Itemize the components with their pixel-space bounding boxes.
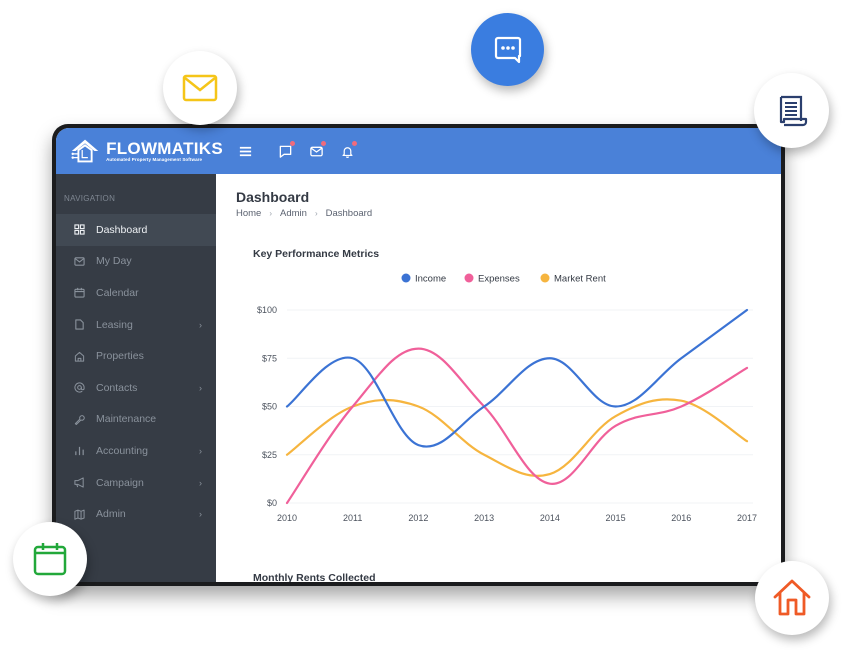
sidebar-item-label: Maintenance	[96, 413, 157, 426]
series-line-market-rent	[285, 398, 749, 477]
sidebar-item-label: Admin	[96, 508, 126, 521]
y-tick-label: $75	[262, 353, 277, 363]
sidebar: NAVIGATION Dashboard My Day Calendar Leasin…	[56, 174, 216, 582]
chevron-right-icon: ›	[199, 382, 202, 393]
top-navbar: FLOWMATIKS Automated Property Management…	[56, 128, 781, 174]
at-icon	[73, 382, 85, 394]
sidebar-item-label: Contacts	[96, 381, 138, 394]
menu-toggle-button[interactable]	[237, 143, 253, 159]
x-tick-label: 2012	[408, 513, 428, 523]
menu-icon	[239, 146, 251, 156]
notification-dot	[290, 141, 295, 146]
calendar-icon	[33, 543, 67, 576]
series-line-expenses	[285, 347, 749, 505]
mail-button[interactable]	[308, 141, 326, 159]
app-screen: FLOWMATIKS Automated Property Management…	[56, 128, 781, 582]
nav-list: Dashboard My Day Calendar Leasing › Propertie…	[56, 214, 216, 530]
wrench-icon	[73, 413, 85, 425]
chevron-right-icon: ›	[199, 477, 202, 488]
chat-dots-icon	[494, 36, 521, 63]
sidebar-item-label: Leasing	[96, 318, 133, 331]
sidebar-item-properties[interactable]: Properties	[56, 340, 216, 372]
home-bubble	[755, 561, 829, 635]
app-window: FLOWMATIKS Automated Property Management…	[52, 124, 785, 586]
rents-card-title: Monthly Rents Collected	[253, 572, 376, 582]
mail-icon	[309, 146, 323, 156]
x-tick-label: 2011	[343, 513, 362, 523]
sidebar-item-label: Calendar	[96, 286, 139, 299]
notification-dot	[352, 141, 357, 146]
sidebar-item-label: My Day	[96, 255, 132, 268]
document-bubble	[754, 73, 829, 148]
sidebar-item-leasing[interactable]: Leasing ›	[56, 309, 216, 341]
house-icon	[773, 579, 811, 616]
x-tick-label: 2016	[671, 513, 691, 523]
x-tick-label: 2010	[277, 513, 297, 523]
y-tick-label: $25	[262, 450, 277, 460]
sidebar-item-accounting[interactable]: Accounting ›	[56, 435, 216, 467]
sidebar-item-label: Properties	[96, 350, 144, 363]
bar-chart-icon	[73, 445, 85, 457]
calendar-bubble	[13, 522, 87, 596]
nav-section-header: NAVIGATION	[64, 194, 116, 203]
x-tick-label: 2014	[540, 513, 560, 523]
sidebar-item-campaign[interactable]: Campaign ›	[56, 467, 216, 499]
envelope-icon	[182, 74, 218, 102]
legend-marker-market-rent[interactable]	[540, 273, 550, 283]
bell-icon	[341, 146, 353, 158]
y-tick-label: $0	[267, 498, 277, 508]
chevron-right-icon: ›	[199, 445, 202, 456]
y-tick-label: $50	[262, 402, 277, 412]
kpi-line-chart: $0 $25 $50 $75 $100 2010 2011 2012 2013 2014 2015 2…	[257, 273, 757, 523]
mail-bubble	[163, 51, 237, 125]
notifications-button[interactable]	[339, 141, 357, 159]
megaphone-icon	[73, 477, 85, 489]
sidebar-item-contacts[interactable]: Contacts ›	[56, 372, 216, 404]
x-tick-label: 2015	[606, 513, 626, 523]
house-circuit-logo-icon	[71, 139, 99, 163]
legend-label-market-rent[interactable]: Market Rent	[554, 274, 606, 285]
sidebar-item-admin[interactable]: Admin ›	[56, 498, 216, 530]
legend-label-income[interactable]: Income	[415, 274, 446, 285]
legend-marker-income[interactable]	[401, 273, 411, 283]
x-tick-label: 2013	[474, 513, 494, 523]
y-tick-label: $100	[257, 305, 277, 315]
chat-bubble	[471, 13, 544, 86]
chevron-right-icon: ›	[199, 509, 202, 520]
chat-icon	[279, 145, 291, 158]
chat-button[interactable]	[277, 141, 295, 159]
legend-marker-expenses[interactable]	[464, 273, 474, 283]
envelope-icon	[73, 255, 85, 267]
scroll-document-icon	[779, 95, 807, 126]
sidebar-item-calendar[interactable]: Calendar	[56, 277, 216, 309]
chevron-right-icon: ›	[199, 319, 202, 330]
notification-dot	[321, 141, 326, 146]
sidebar-item-dashboard[interactable]: Dashboard	[56, 214, 216, 246]
x-tick-label: 2017	[737, 513, 757, 523]
sidebar-item-label: Campaign	[96, 476, 144, 489]
file-icon	[73, 319, 85, 331]
home-icon	[73, 350, 85, 362]
sidebar-item-label: Dashboard	[96, 223, 148, 236]
grid-icon	[73, 224, 85, 236]
sidebar-item-label: Accounting	[96, 444, 148, 457]
brand-logo[interactable]: FLOWMATIKS Automated Property Management…	[68, 136, 223, 166]
calendar-icon	[73, 287, 85, 299]
series-line-income	[285, 308, 749, 448]
sidebar-item-my-day[interactable]: My Day	[56, 246, 216, 278]
legend-label-expenses[interactable]: Expenses	[478, 274, 520, 285]
map-icon	[73, 508, 85, 520]
sidebar-item-maintenance[interactable]: Maintenance	[56, 404, 216, 436]
main-content: Dashboard Home › Admin › Dashboard Key P…	[216, 174, 781, 582]
brand-name: FLOWMATIKS	[106, 138, 223, 158]
